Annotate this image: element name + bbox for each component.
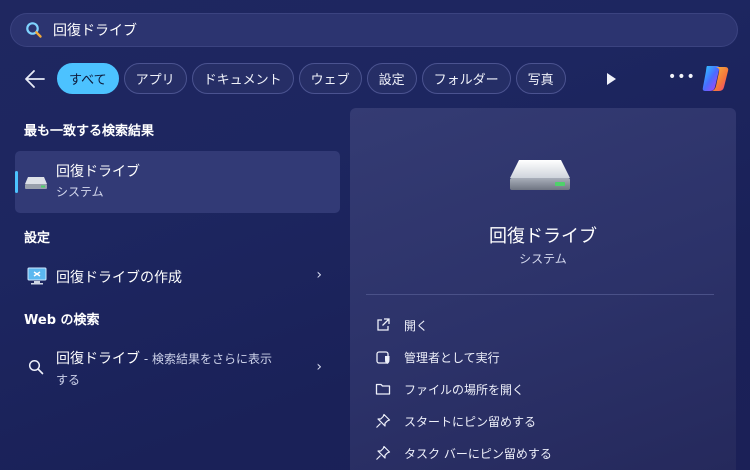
filter-chip-settings[interactable]: 設定 — [366, 63, 417, 94]
best-match-title: 回復ドライブ — [56, 164, 140, 180]
filter-chip-all[interactable]: すべて — [57, 63, 119, 94]
action-open[interactable]: 開く — [375, 315, 428, 335]
pin-icon — [376, 445, 391, 460]
search-icon — [26, 22, 42, 38]
search-box[interactable]: 回復ドライブ — [10, 13, 738, 47]
filter-chip-photos[interactable]: 写真 — [515, 63, 566, 94]
drive-icon — [25, 177, 47, 189]
chevron-right-icon[interactable]: › — [316, 267, 322, 283]
selection-indicator — [15, 171, 18, 193]
more-options-button[interactable]: ••• — [668, 69, 696, 85]
copilot-icon[interactable] — [700, 63, 731, 94]
best-match-item[interactable]: 回復ドライブ システム — [15, 151, 340, 213]
settings-heading: 設定 — [24, 231, 51, 246]
best-match-subtitle: システム — [56, 185, 104, 199]
settings-result-item[interactable]: 回復ドライブの作成 › — [15, 262, 340, 290]
action-open-file-location-label: ファイルの場所を開く — [404, 382, 525, 397]
search-icon — [28, 359, 44, 375]
action-pin-to-start-label: スタートにピン留めする — [404, 414, 537, 429]
action-pin-to-taskbar[interactable]: タスク バーにピン留めする — [375, 443, 552, 463]
action-run-as-admin-label: 管理者として実行 — [404, 350, 500, 365]
filter-chip-web[interactable]: ウェブ — [298, 63, 362, 94]
chevron-right-icon[interactable]: › — [316, 359, 322, 375]
action-open-label: 開く — [404, 318, 429, 333]
filter-chip-apps[interactable]: アプリ — [123, 63, 187, 94]
filter-chips: すべて アプリ ドキュメント ウェブ 設定 フォルダー 写真 — [57, 63, 566, 94]
detail-subtitle: システム — [519, 252, 567, 266]
filter-chip-documents[interactable]: ドキュメント — [191, 63, 294, 94]
action-pin-to-start[interactable]: スタートにピン留めする — [375, 411, 536, 431]
play-more-filters-icon[interactable] — [605, 72, 617, 86]
divider — [366, 294, 714, 295]
search-input[interactable]: 回復ドライブ — [53, 20, 137, 40]
web-search-more-text: - 検索結果をさらに表示 — [140, 352, 272, 366]
web-search-more-text-line2: する — [56, 373, 81, 387]
best-match-heading: 最も一致する検索結果 — [24, 124, 155, 139]
detail-panel: 回復ドライブ システム 開く 管理者として実行 ファイルの場所を開く スタートに… — [350, 108, 736, 470]
action-open-file-location[interactable]: ファイルの場所を開く — [375, 379, 524, 399]
drive-icon — [510, 160, 570, 190]
detail-title: 回復ドライブ — [489, 226, 597, 247]
filter-chip-folders[interactable]: フォルダー — [421, 63, 511, 94]
pin-icon — [376, 413, 391, 428]
web-search-heading: Web の検索 — [24, 313, 100, 328]
back-arrow-icon[interactable] — [24, 69, 46, 89]
action-pin-to-taskbar-label: タスク バーにピン留めする — [404, 446, 552, 461]
admin-shield-icon — [376, 351, 390, 364]
settings-result-label: 回復ドライブの作成 — [56, 270, 182, 286]
filter-bar: すべて アプリ ドキュメント ウェブ 設定 フォルダー 写真 ••• — [0, 63, 750, 95]
recovery-settings-icon — [27, 267, 47, 285]
action-run-as-admin[interactable]: 管理者として実行 — [375, 347, 500, 367]
open-external-icon — [377, 318, 390, 331]
web-search-result-item[interactable]: 回復ドライブ - 検索結果をさらに表示 する › — [15, 344, 340, 390]
folder-icon — [375, 383, 391, 395]
web-search-query: 回復ドライブ — [56, 351, 140, 367]
